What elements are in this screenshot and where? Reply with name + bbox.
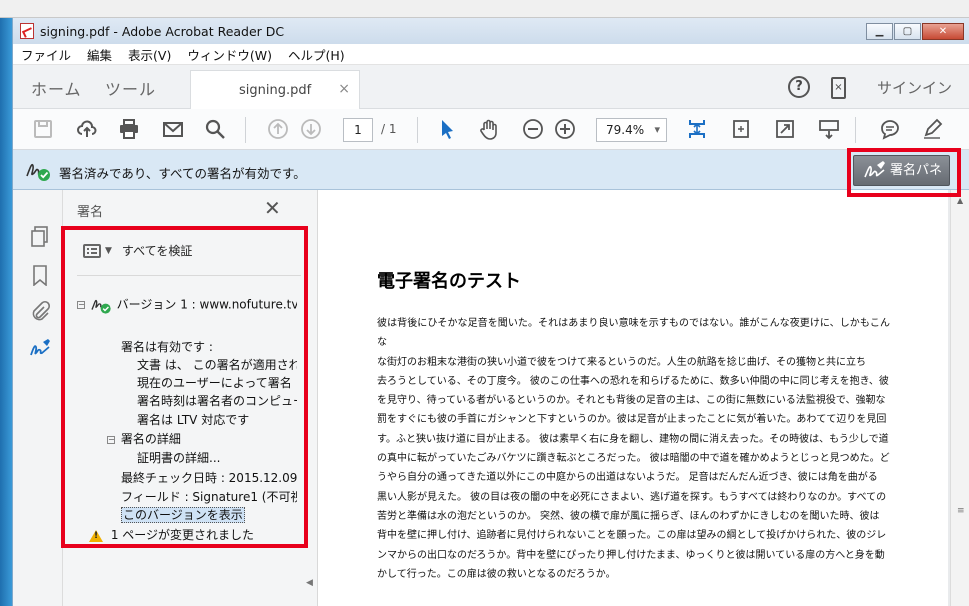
- tab-bar: ホーム ツール signing.pdf × ? × サインイン: [13, 65, 969, 109]
- document-page: 電子署名のテスト 彼は背後にひそかな足音を聞いた。それはあまり良い意味を示すもの…: [318, 190, 948, 606]
- desktop-top-strip: [0, 0, 969, 18]
- main-toolbar: 1 / 1 79.4%: [13, 109, 969, 150]
- menu-file[interactable]: ファイル: [13, 45, 79, 64]
- menu-view[interactable]: 表示(V): [120, 45, 179, 64]
- mail-icon[interactable]: [161, 118, 185, 142]
- vertical-scrollbar[interactable]: ▲ ≡: [950, 190, 969, 606]
- toolbar-separator: [245, 117, 246, 143]
- body-line: を見守り、待っている者がいるというのか。それとも背後の足音の主は、この街に無数に…: [377, 395, 886, 407]
- close-icon[interactable]: ✕: [264, 196, 281, 220]
- next-page-icon[interactable]: [299, 118, 323, 142]
- search-icon[interactable]: [203, 118, 227, 142]
- desktop-left-strip: [0, 18, 12, 606]
- read-mode-icon[interactable]: [817, 118, 841, 142]
- document-heading: 電子署名のテスト: [377, 271, 521, 292]
- close-window-button[interactable]: ✕: [922, 23, 964, 40]
- scroll-grip-icon[interactable]: ≡: [957, 506, 965, 516]
- rotate-view-icon[interactable]: [729, 118, 753, 142]
- help-icon[interactable]: ?: [788, 76, 810, 98]
- save-icon[interactable]: [31, 118, 55, 142]
- prev-page-icon[interactable]: [266, 118, 290, 142]
- body-line: 罰をすぐにも彼の手首にガシャンと下すというのか。彼は足音が止まったことに気が着い…: [377, 414, 887, 426]
- body-line: 去ろうとしている、その丁度今。 彼のこの仕事への恐れを和らげるために、数多い仲間…: [377, 375, 889, 387]
- hand-tool-icon[interactable]: [477, 118, 501, 142]
- body-line: かして行った。この扉は彼の救いとなるのだろうか。: [377, 568, 616, 580]
- menu-help[interactable]: ヘルプ(H): [280, 45, 353, 64]
- signature-status-text: 署名済みであり、すべての署名が有効です。: [59, 166, 306, 181]
- page-number-input[interactable]: 1: [343, 118, 373, 142]
- highlight-box-panel-button: [847, 148, 961, 197]
- toolbar-separator: [855, 117, 856, 143]
- fit-page-icon[interactable]: [685, 118, 709, 142]
- body-line: 背中を壁に押し付け、追跡者に見付けられないことを願った。この扉は望みの綱として投…: [377, 530, 887, 542]
- navigation-rail: [13, 190, 63, 606]
- signature-valid-icon: [25, 158, 53, 182]
- body-line: 黒い人影が見えた。 彼の目は夜の闇の中を必死にさまよい、逃げ道を探す。もうすべて…: [377, 491, 887, 503]
- full-screen-icon[interactable]: [773, 118, 797, 142]
- attachment-icon[interactable]: [29, 300, 51, 322]
- title-bar[interactable]: signing.pdf - Adobe Acrobat Reader DC ▁ …: [13, 18, 969, 44]
- body-line: す。ふと狭い抜け道に目が止まる。 彼は素早く右に身を翻し、建物の間に消え去った。…: [377, 433, 889, 445]
- toolbar-separator: [417, 117, 418, 143]
- tab-tools[interactable]: ツール: [105, 76, 156, 100]
- body-line: ンマからの出口なのだろうか。背中を壁にぴったり押し付けたまま、ゆっくりと彼は開い…: [377, 549, 885, 561]
- maximize-button[interactable]: ▢: [894, 23, 921, 40]
- signatures-panel-icon[interactable]: [29, 338, 51, 360]
- body-line: の真中に転がっていたごみバケツに躓き転ぶところだった。 彼は暗闇の中で道を確かめ…: [377, 453, 890, 465]
- signature-status-bar: 署名済みであり、すべての署名が有効です。 署名パネル: [13, 150, 969, 207]
- highlight-box-signature-tree: [61, 226, 308, 548]
- mobile-link-icon[interactable]: ×: [831, 77, 846, 99]
- zoom-in-icon[interactable]: [553, 118, 577, 142]
- body-line: うやら自分の通ってきた道以外にこの中庭からの出道はないようだ。 足音はだんだん近…: [377, 472, 878, 484]
- document-viewport[interactable]: 電子署名のテスト 彼は背後にひそかな足音を聞いた。それはあまり良い意味を示すもの…: [318, 190, 969, 606]
- menu-window[interactable]: ウィンドウ(W): [179, 45, 280, 64]
- tab-close-icon[interactable]: ×: [338, 81, 350, 97]
- document-body: 彼は背後にひそかな足音を聞いた。それはあまり良い意味を示すものではない。誰がこん…: [377, 314, 890, 584]
- signature-panel-title: 署名: [77, 205, 104, 220]
- minimize-button[interactable]: ▁: [866, 23, 893, 40]
- print-icon[interactable]: [117, 118, 141, 142]
- tab-document[interactable]: signing.pdf ×: [190, 70, 360, 109]
- pdf-file-icon: [20, 23, 34, 39]
- tab-document-label: signing.pdf: [239, 83, 312, 98]
- page-total: / 1: [381, 122, 397, 136]
- pen-icon[interactable]: [920, 118, 944, 142]
- zoom-out-icon[interactable]: [521, 118, 545, 142]
- collapse-panel-icon[interactable]: ◀: [306, 578, 313, 588]
- upload-cloud-icon[interactable]: [75, 118, 99, 142]
- zoom-level-select[interactable]: 79.4%: [596, 118, 667, 142]
- body-line: 彼は背後にひそかな足音を聞いた。それはあまり良い意味を示すものではない。誰がこん…: [377, 318, 890, 349]
- comment-icon[interactable]: [878, 118, 902, 142]
- body-line: な街灯のお粗末な港街の狭い小道で彼をつけて来るというのだ。人生の航路を捻じ曲げ、…: [377, 356, 866, 368]
- bookmark-icon[interactable]: [29, 264, 51, 287]
- scroll-up-icon[interactable]: ▲: [957, 196, 963, 205]
- page-thumbnails-icon[interactable]: [29, 225, 51, 247]
- window-controls: ▁ ▢ ✕: [865, 23, 964, 40]
- tab-home[interactable]: ホーム: [31, 76, 82, 100]
- menu-edit[interactable]: 編集: [79, 45, 120, 64]
- select-pointer-icon[interactable]: [435, 118, 459, 142]
- window-title: signing.pdf - Adobe Acrobat Reader DC: [40, 23, 285, 39]
- signin-link[interactable]: サインイン: [877, 77, 952, 98]
- menu-bar: ファイル 編集 表示(V) ウィンドウ(W) ヘルプ(H): [13, 44, 969, 65]
- body-line: 苦労と準備は水の泡だというのか。 突然、彼の横で扉が風に揺らぎ、ほんのわずかにき…: [377, 510, 880, 522]
